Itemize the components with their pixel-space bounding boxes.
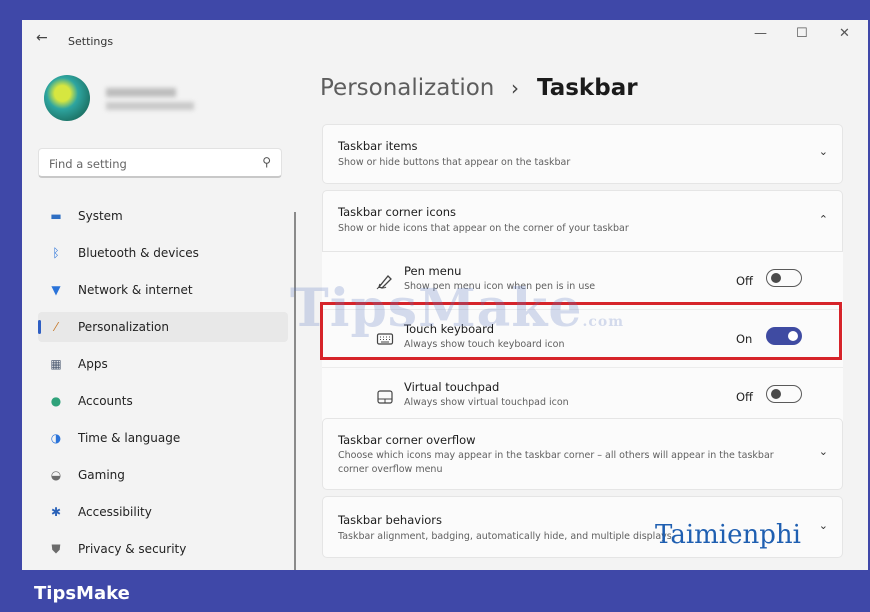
avatar[interactable] (44, 75, 90, 121)
sidebar-scrollbar[interactable] (294, 212, 296, 570)
sidebar-item-label: Accounts (78, 394, 133, 408)
behaviors-desc: Taskbar alignment, badging, automaticall… (338, 531, 672, 542)
shield-icon: ⛊ (51, 542, 61, 556)
taskbar-items-desc: Show or hide buttons that appear on the … (338, 157, 571, 168)
search-box[interactable]: Find a setting ⚲ (38, 148, 282, 178)
bottom-banner (0, 572, 870, 612)
sidebar-item-gaming[interactable]: ◒ Gaming (38, 460, 288, 490)
monitor-icon: ▬ (50, 209, 62, 223)
behaviors-title: Taskbar behaviors (338, 513, 443, 527)
corner-icons-card[interactable]: Taskbar corner icons Show or hide icons … (322, 190, 843, 252)
bluetooth-icon: ᛒ (52, 246, 60, 260)
taskbar-items-title: Taskbar items (338, 139, 418, 153)
sidebar-item-label: Privacy & security (78, 542, 187, 556)
active-indicator (38, 320, 41, 334)
pen-menu-toggle[interactable] (766, 269, 802, 287)
sidebar-item-label: Apps (78, 357, 108, 371)
corner-icons-title: Taskbar corner icons (338, 205, 457, 219)
minimize-button[interactable]: — (754, 26, 767, 41)
sidebar-item-label: Time & language (78, 431, 181, 445)
pen-menu-state: Off (736, 274, 753, 288)
virtual-touchpad-title: Virtual touchpad (404, 380, 500, 394)
sidebar-item-label: Gaming (78, 468, 125, 482)
person-icon: ● (50, 394, 62, 408)
tipsmake-watermark: TipsMake.com (290, 278, 625, 339)
sidebar-item-time-language[interactable]: ◑ Time & language (38, 423, 288, 453)
sidebar-item-personalization[interactable]: ⁄ Personalization (38, 312, 288, 342)
globe-icon: ◑ (50, 431, 62, 445)
sidebar-item-accessibility[interactable]: ✱ Accessibility (38, 497, 288, 527)
virtual-touchpad-desc: Always show virtual touchpad icon (404, 397, 569, 408)
page-title: Taskbar (537, 75, 638, 101)
virtual-touchpad-toggle[interactable] (766, 385, 802, 403)
sidebar-item-label: Bluetooth & devices (78, 246, 199, 260)
corner-icons-desc: Show or hide icons that appear on the co… (338, 223, 629, 234)
controller-icon: ◒ (50, 468, 62, 482)
taimienphi-watermark: Taimienphi (655, 520, 801, 550)
search-input[interactable]: Find a setting (49, 157, 127, 171)
taskbar-items-card[interactable]: Taskbar items Show or hide buttons that … (322, 124, 843, 184)
touchpad-icon (377, 390, 393, 404)
wifi-icon: ▼ (51, 283, 61, 297)
sidebar-item-accounts[interactable]: ● Accounts (38, 386, 288, 416)
sidebar-item-network-internet[interactable]: ▼ Network & internet (38, 275, 288, 305)
search-icon[interactable]: ⚲ (262, 155, 271, 169)
chevron-up-icon[interactable]: ⌃ (819, 213, 828, 226)
app-title: Settings (68, 35, 114, 48)
chevron-down-icon[interactable]: ⌄ (819, 445, 828, 458)
accessibility-icon: ✱ (50, 505, 62, 519)
chevron-down-icon[interactable]: ⌄ (819, 519, 828, 532)
brush-icon: ⁄ (54, 320, 57, 334)
breadcrumb-separator: › (511, 76, 519, 100)
account-name-blurred (106, 88, 176, 97)
maximize-button[interactable]: ☐ (796, 26, 808, 41)
sidebar-item-bluetooth-devices[interactable]: ᛒ Bluetooth & devices (38, 238, 288, 268)
sidebar-item-apps[interactable]: ▦ Apps (38, 349, 288, 379)
corner-overflow-title: Taskbar corner overflow (338, 433, 476, 447)
sidebar-item-system[interactable]: ▬ System (38, 201, 288, 231)
close-button[interactable]: ✕ (839, 26, 850, 41)
pen-menu-title: Pen menu (404, 264, 462, 278)
account-email-blurred (106, 102, 194, 110)
settings-window: ← Settings — ☐ ✕ Find a setting ⚲ ▬ Syste… (22, 20, 868, 570)
corner-overflow-card[interactable]: Taskbar corner overflow Choose which ico… (322, 418, 843, 490)
sidebar-item-label: Network & internet (78, 283, 193, 297)
corner-overflow-desc: Choose which icons may appear in the tas… (338, 450, 774, 475)
sidebar-item-label: System (78, 209, 123, 223)
chevron-down-icon[interactable]: ⌄ (819, 145, 828, 158)
brand-label: TipsMake (34, 583, 130, 604)
sidebar-item-label: Accessibility (78, 505, 152, 519)
back-arrow-icon[interactable]: ← (36, 30, 48, 46)
breadcrumb-parent[interactable]: Personalization (320, 75, 494, 101)
sidebar-item-privacy-security[interactable]: ⛊ Privacy & security (38, 534, 288, 564)
virtual-touchpad-state: Off (736, 390, 753, 404)
apps-icon: ▦ (50, 357, 62, 371)
sidebar-item-label: Personalization (78, 320, 169, 334)
